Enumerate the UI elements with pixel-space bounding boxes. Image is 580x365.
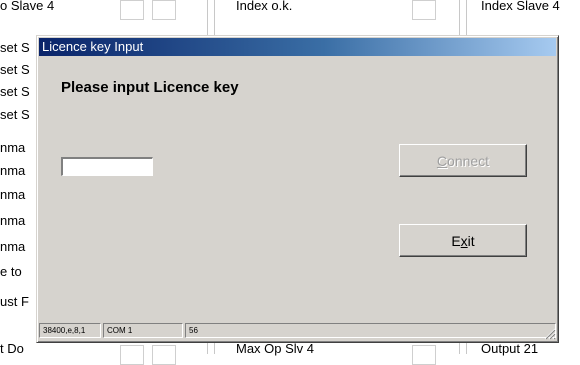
exit-mnemonic: x (460, 232, 468, 249)
bg-row-label: set S (0, 107, 30, 122)
bg-checkbox[interactable] (120, 345, 144, 365)
bg-label-index-slave: Index Slave 4 (481, 0, 560, 13)
licence-key-dialog: Licence key Input Please input Licence k… (36, 35, 559, 343)
bg-row-label: nma (0, 213, 26, 228)
connect-button[interactable]: Connect (399, 144, 527, 177)
bg-checkbox[interactable] (412, 0, 436, 20)
status-value: 56 (185, 323, 556, 338)
exit-button[interactable]: Ex it (399, 224, 527, 257)
bg-row-label: nma (0, 187, 26, 202)
bg-label-index-ok: Index o.k. (236, 0, 293, 13)
status-bar: 38400,e,8,1 COM 1 56 (39, 321, 556, 340)
dialog-titlebar[interactable]: Licence key Input (39, 38, 556, 56)
connect-mnemonic: C (436, 152, 448, 169)
bg-row-label: set S (0, 62, 30, 77)
bg-row-label: e to (0, 264, 22, 279)
bg-row-label: nma (0, 163, 26, 178)
bg-row-label: nma (0, 239, 26, 254)
exit-label-post: it (467, 232, 475, 249)
status-serial-settings: 38400,e,8,1 (39, 323, 101, 338)
bg-checkbox[interactable] (152, 345, 176, 365)
exit-label-pre: E (451, 232, 461, 249)
bg-row-label: set S (0, 40, 30, 55)
bg-checkbox[interactable] (152, 0, 176, 20)
bg-checkbox[interactable] (120, 0, 144, 20)
dialog-title: Licence key Input (42, 39, 144, 54)
licence-key-input[interactable] (61, 157, 153, 176)
bg-row-label: nma (0, 140, 26, 155)
bg-checkbox[interactable] (412, 345, 436, 365)
bg-row-label: set S (0, 84, 30, 99)
bg-label-slave: o Slave 4 (0, 0, 55, 13)
resize-grip-icon[interactable] (544, 328, 556, 340)
status-port: COM 1 (103, 323, 183, 338)
connect-label: onnect (447, 152, 490, 169)
bg-row-label: ust F (0, 294, 29, 309)
licence-prompt: Please input Licence key (61, 79, 239, 96)
